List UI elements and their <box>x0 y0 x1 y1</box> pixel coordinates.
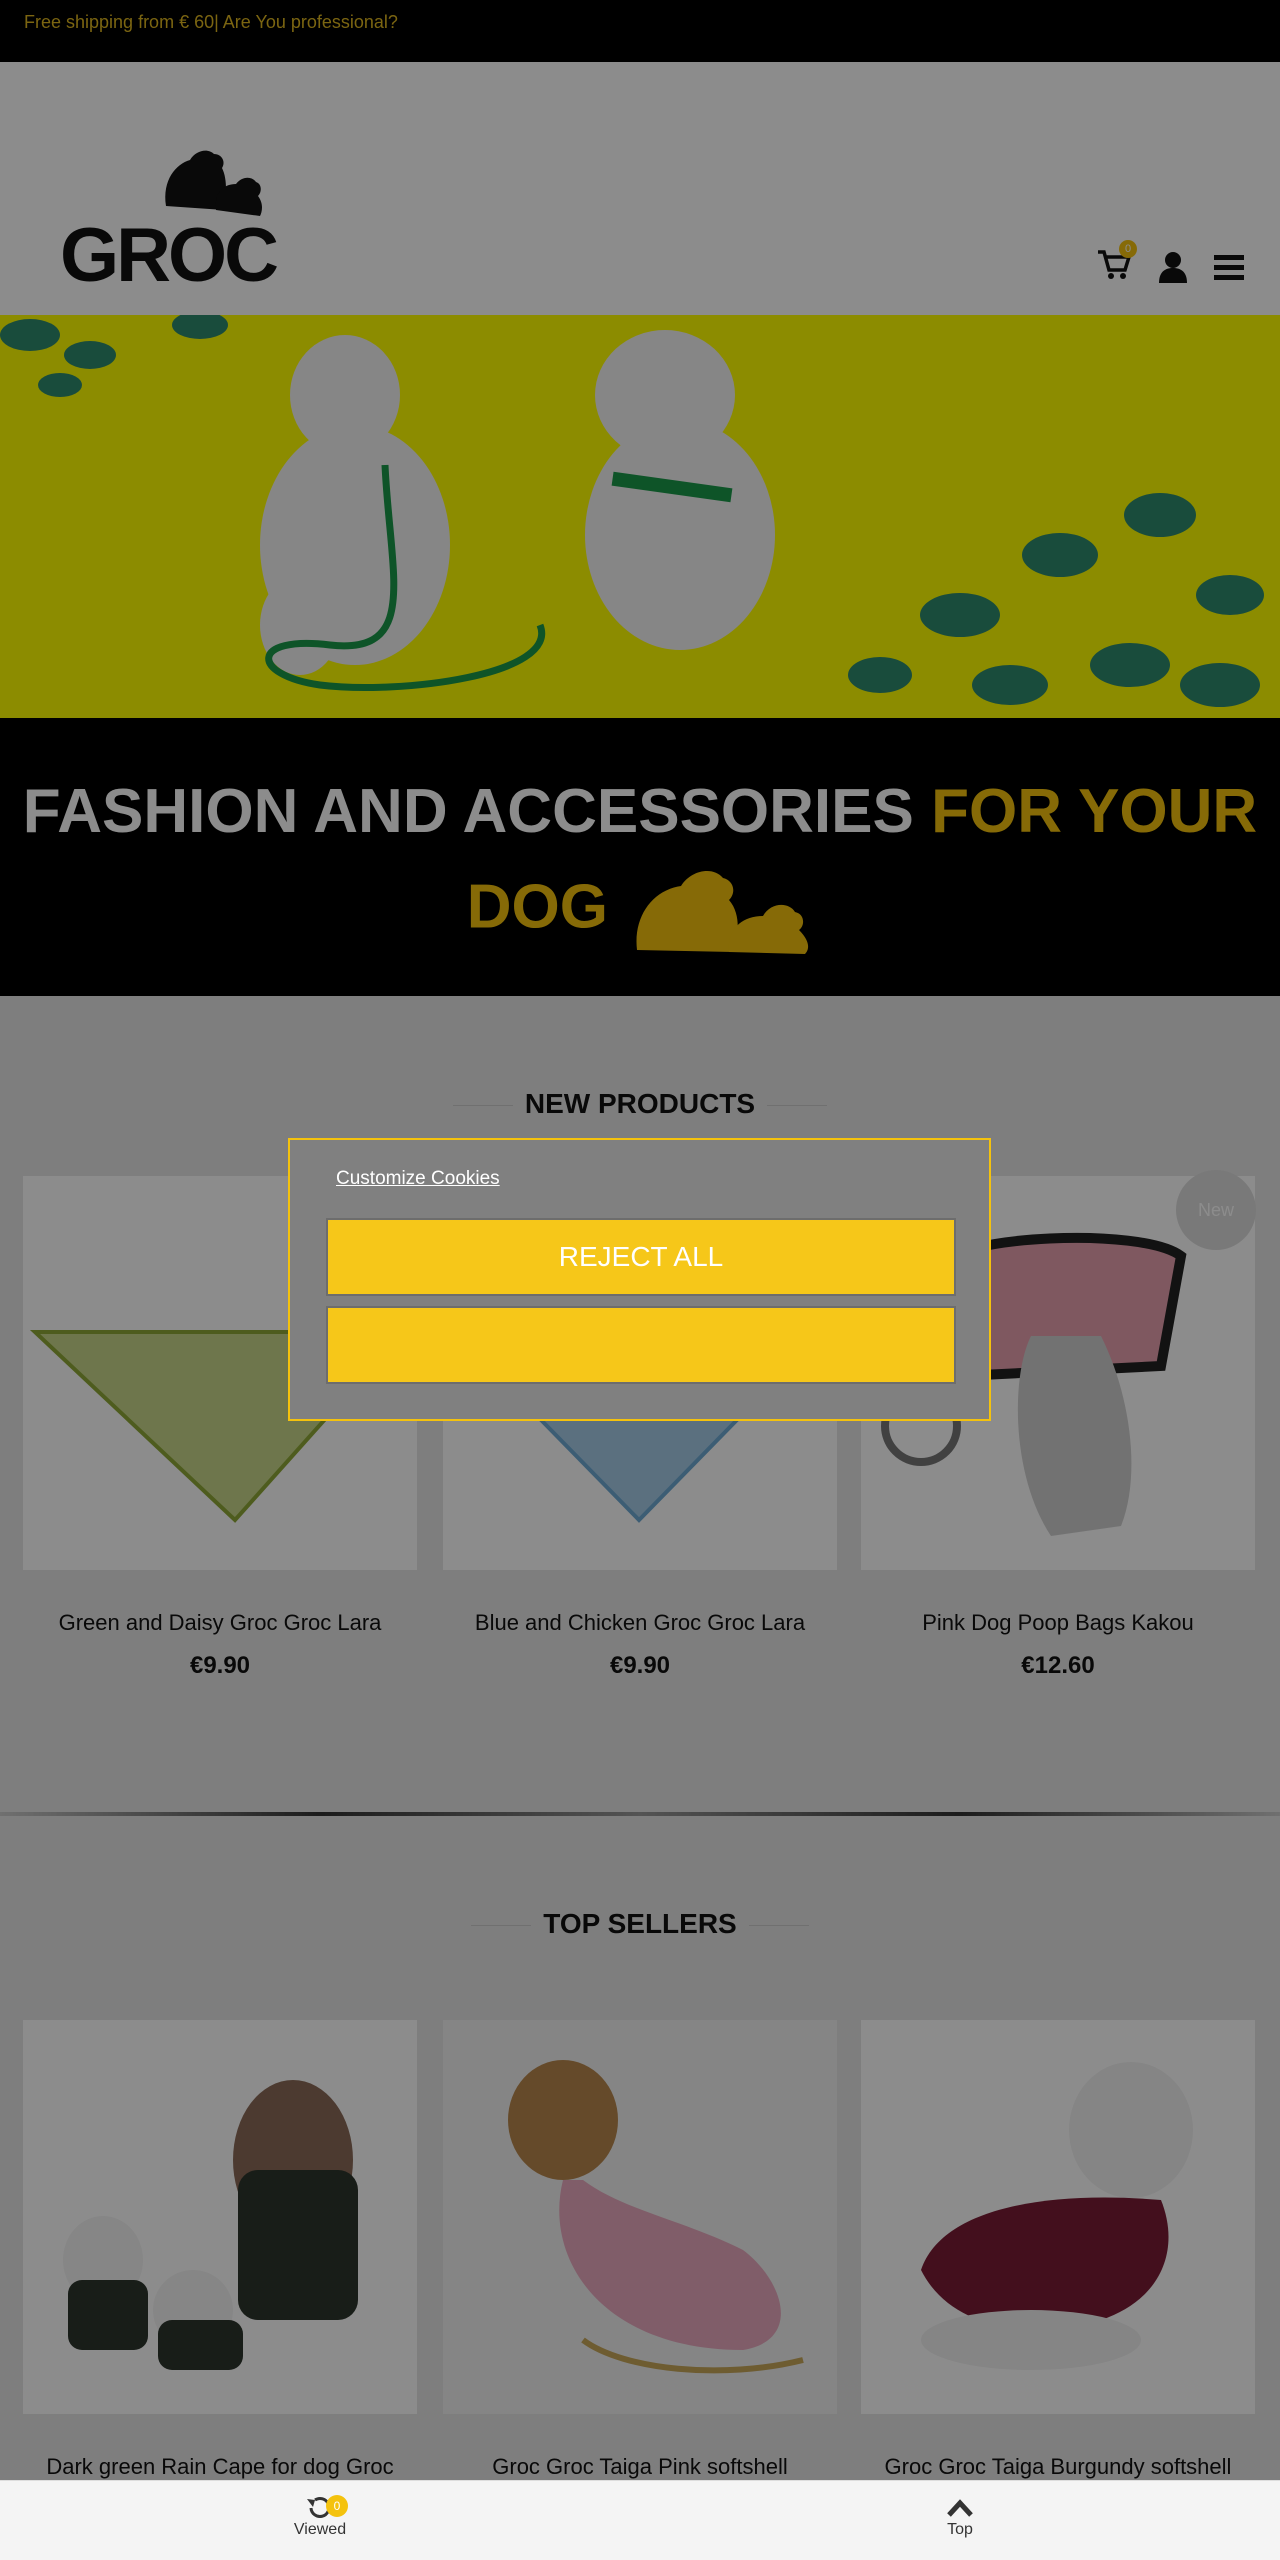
reject-all-button[interactable]: REJECT ALL <box>326 1218 956 1296</box>
customize-cookies-link[interactable]: Customize Cookies <box>336 1168 500 1190</box>
back-to-top-button[interactable]: Top <box>900 2491 1020 2539</box>
viewed-icon-wrap: 0 <box>260 2491 380 2521</box>
chevron-up-icon <box>947 2499 973 2517</box>
viewed-count-badge: 0 <box>326 2495 348 2517</box>
viewed-label: Viewed <box>293 2521 347 2538</box>
top-label: Top <box>947 2521 973 2538</box>
bottom-toolbar: 0 Viewed Top <box>0 2480 1280 2560</box>
cookie-consent-dialog: Customize Cookies REJECT ALL <box>288 1138 991 1421</box>
viewed-products-button[interactable]: 0 Viewed <box>260 2491 380 2539</box>
top-icon-wrap <box>900 2491 1020 2521</box>
accept-cookies-button[interactable] <box>326 1306 956 1384</box>
